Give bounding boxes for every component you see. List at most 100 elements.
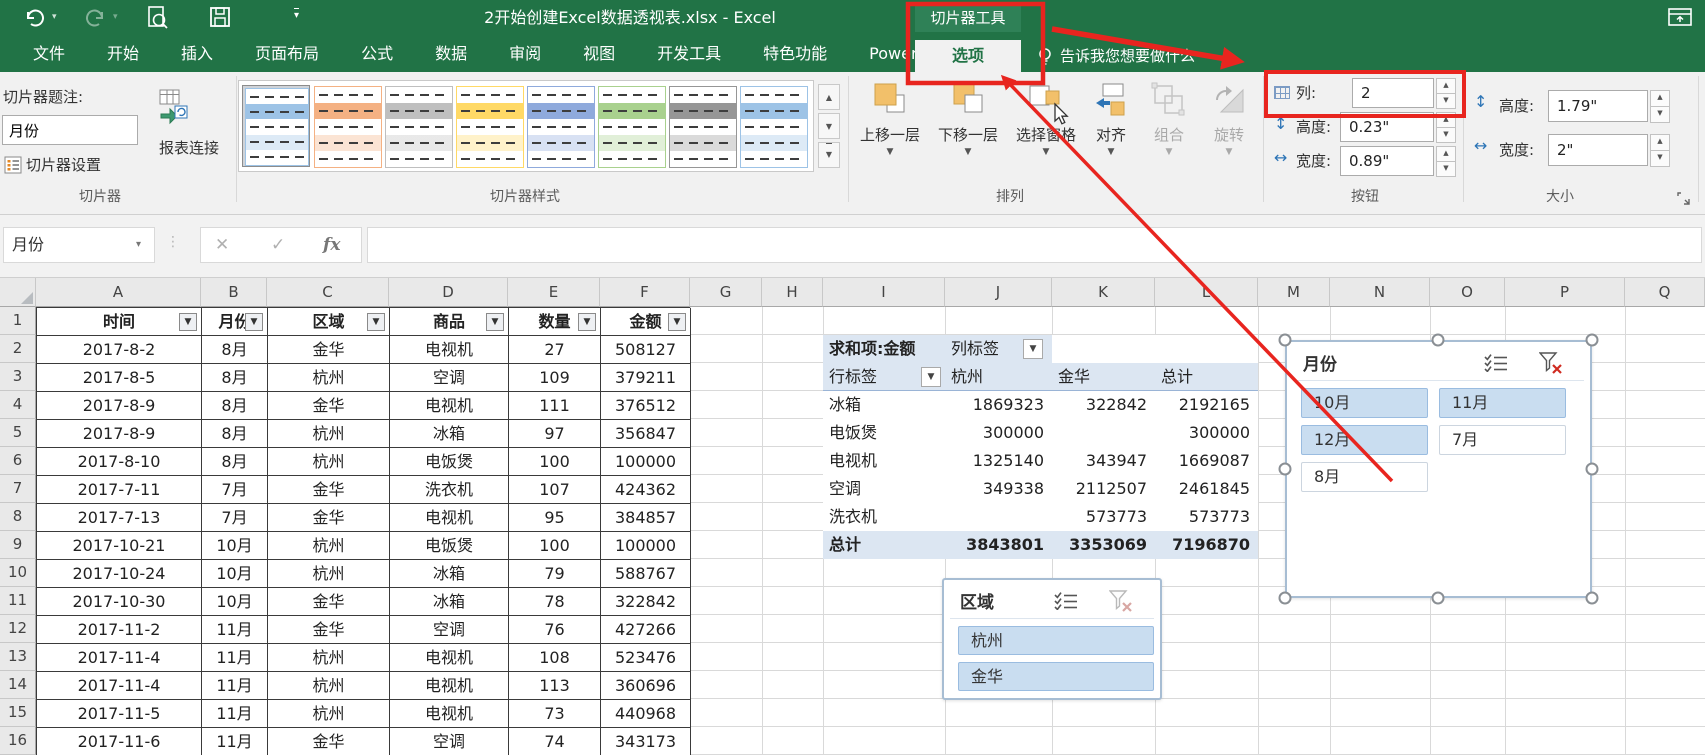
table-cell[interactable]: 2017-11-4 — [37, 672, 202, 700]
table-cell[interactable]: 2017-8-5 — [37, 364, 202, 392]
table-cell[interactable]: 电视机 — [390, 504, 509, 532]
field-spinner[interactable]: ▲ ▼ — [1436, 78, 1456, 109]
table-cell[interactable]: 109 — [509, 364, 601, 392]
sheet-grid[interactable]: A B C D E F G H I J K L M N O P Q 1 2 3 4 5 6 7 8 9 10 11 12 13 14 15 16… — [0, 278, 1705, 755]
slicer-button[interactable]: 12月 — [1301, 425, 1428, 455]
table-cell[interactable]: 100 — [509, 448, 601, 476]
filter-dropdown-icon[interactable]: ▼ — [1023, 339, 1043, 359]
selection-handle[interactable] — [1585, 591, 1599, 605]
column-header[interactable]: C — [267, 278, 389, 307]
table-cell[interactable]: 11月 — [202, 672, 268, 700]
save-icon[interactable] — [210, 7, 232, 29]
redo-icon[interactable] — [84, 8, 108, 28]
column-header[interactable]: B — [201, 278, 267, 307]
undo-icon[interactable] — [22, 8, 46, 28]
table-cell[interactable]: 空调 — [390, 364, 509, 392]
column-header[interactable]: Q — [1625, 278, 1705, 307]
slicer-button[interactable]: 7月 — [1439, 425, 1566, 455]
slicer-settings-button[interactable]: 切片器设置 — [26, 155, 101, 175]
table-cell[interactable]: 空调 — [390, 728, 509, 755]
table-cell[interactable]: 电视机 — [390, 644, 509, 672]
table-cell[interactable]: 冰箱 — [390, 560, 509, 588]
table-cell[interactable]: 10月 — [202, 560, 268, 588]
row-header[interactable]: 10 — [0, 559, 36, 587]
table-header-cell[interactable]: 月份 ▼ — [202, 308, 268, 336]
column-header[interactable]: J — [945, 278, 1052, 307]
column-header[interactable]: L — [1155, 278, 1258, 307]
slicer-button[interactable]: 8月 — [1301, 462, 1428, 492]
table-header-cell[interactable]: 区域 ▼ — [268, 308, 390, 336]
column-header[interactable]: P — [1505, 278, 1625, 307]
table-cell[interactable]: 523476 — [601, 644, 691, 672]
formula-input[interactable] — [367, 227, 1702, 263]
table-cell[interactable]: 冰箱 — [390, 420, 509, 448]
ribbon-tab[interactable]: 审阅 — [488, 36, 562, 72]
slicer-style-tile[interactable] — [527, 86, 595, 168]
chevron-down-icon[interactable]: ▼ — [851, 146, 929, 158]
table-cell[interactable]: 11月 — [202, 616, 268, 644]
column-header[interactable]: D — [389, 278, 508, 307]
ribbon-tab[interactable]: 页面布局 — [234, 36, 340, 72]
table-cell[interactable]: 440968 — [601, 700, 691, 728]
table-cell[interactable]: 7月 — [202, 504, 268, 532]
table-cell[interactable]: 杭州 — [268, 448, 390, 476]
table-cell[interactable]: 322842 — [601, 588, 691, 616]
redo-dropdown-icon[interactable]: ▾ — [113, 12, 118, 22]
table-header-cell[interactable]: 金额 ▼ — [601, 308, 691, 336]
table-cell[interactable]: 100000 — [601, 532, 691, 560]
ribbon-tab[interactable]: 视图 — [562, 36, 636, 72]
slicer-region[interactable]: 区域 杭州 金华 — [942, 578, 1162, 700]
select-all-corner[interactable] — [0, 278, 36, 307]
table-cell[interactable]: 洗衣机 — [390, 476, 509, 504]
field-spinner[interactable]: ▲ ▼ — [1436, 146, 1456, 177]
row-header[interactable]: 8 — [0, 503, 36, 531]
table-cell[interactable]: 8月 — [202, 392, 268, 420]
row-header[interactable]: 1 — [0, 307, 36, 335]
table-cell[interactable]: 10月 — [202, 532, 268, 560]
selection-handle[interactable] — [1585, 462, 1599, 476]
gallery-scroll-up-icon[interactable]: ▲ — [818, 84, 840, 110]
table-cell[interactable]: 8月 — [202, 448, 268, 476]
table-cell[interactable]: 杭州 — [268, 672, 390, 700]
table-cell[interactable]: 107 — [509, 476, 601, 504]
slicer-caption-input[interactable] — [2, 115, 138, 145]
table-cell[interactable]: 508127 — [601, 336, 691, 364]
slicer-button[interactable]: 杭州 — [958, 626, 1154, 655]
rotate-button[interactable]: 旋转 ▼ — [1200, 76, 1258, 180]
table-cell[interactable]: 8月 — [202, 364, 268, 392]
slicer-style-tile[interactable] — [314, 86, 382, 168]
ribbon-display-options-icon[interactable] — [1668, 8, 1694, 28]
row-header[interactable]: 3 — [0, 363, 36, 391]
table-cell[interactable]: 360696 — [601, 672, 691, 700]
field-value-input[interactable]: 0.89" — [1340, 146, 1434, 176]
filter-dropdown-icon[interactable]: ▼ — [578, 313, 596, 331]
table-cell[interactable]: 金华 — [268, 504, 390, 532]
table-cell[interactable]: 11月 — [202, 644, 268, 672]
ribbon-tab[interactable]: 文件 — [12, 36, 86, 72]
undo-dropdown-icon[interactable]: ▾ — [52, 12, 57, 22]
table-cell[interactable]: 冰箱 — [390, 588, 509, 616]
column-header[interactable]: E — [508, 278, 600, 307]
slicer-style-tile[interactable] — [598, 86, 666, 168]
tell-me-box[interactable]: 告诉我您想要做什么 — [1060, 40, 1195, 72]
table-cell[interactable]: 2017-11-4 — [37, 644, 202, 672]
column-header[interactable]: M — [1258, 278, 1330, 307]
send-backward-button[interactable]: 下移一层 ▼ — [929, 76, 1007, 180]
table-cell[interactable]: 2017-7-13 — [37, 504, 202, 532]
table-cell[interactable]: 11月 — [202, 728, 268, 755]
table-cell[interactable]: 73 — [509, 700, 601, 728]
table-cell[interactable]: 2017-10-30 — [37, 588, 202, 616]
print-preview-icon[interactable] — [146, 6, 170, 30]
table-cell[interactable]: 2017-8-2 — [37, 336, 202, 364]
slicer-button[interactable]: 11月 — [1439, 388, 1566, 418]
confirm-entry-icon[interactable]: ✓ — [271, 228, 285, 262]
slicer-style-tile[interactable] — [385, 86, 453, 168]
cancel-entry-icon[interactable]: ✕ — [215, 228, 229, 262]
row-header[interactable]: 13 — [0, 643, 36, 671]
row-header[interactable]: 14 — [0, 671, 36, 699]
table-cell[interactable]: 杭州 — [268, 420, 390, 448]
clear-filter-icon[interactable] — [1109, 590, 1133, 612]
multi-select-icon[interactable] — [1054, 592, 1078, 610]
table-cell[interactable]: 356847 — [601, 420, 691, 448]
field-spinner[interactable]: ▲ ▼ — [1436, 112, 1456, 143]
